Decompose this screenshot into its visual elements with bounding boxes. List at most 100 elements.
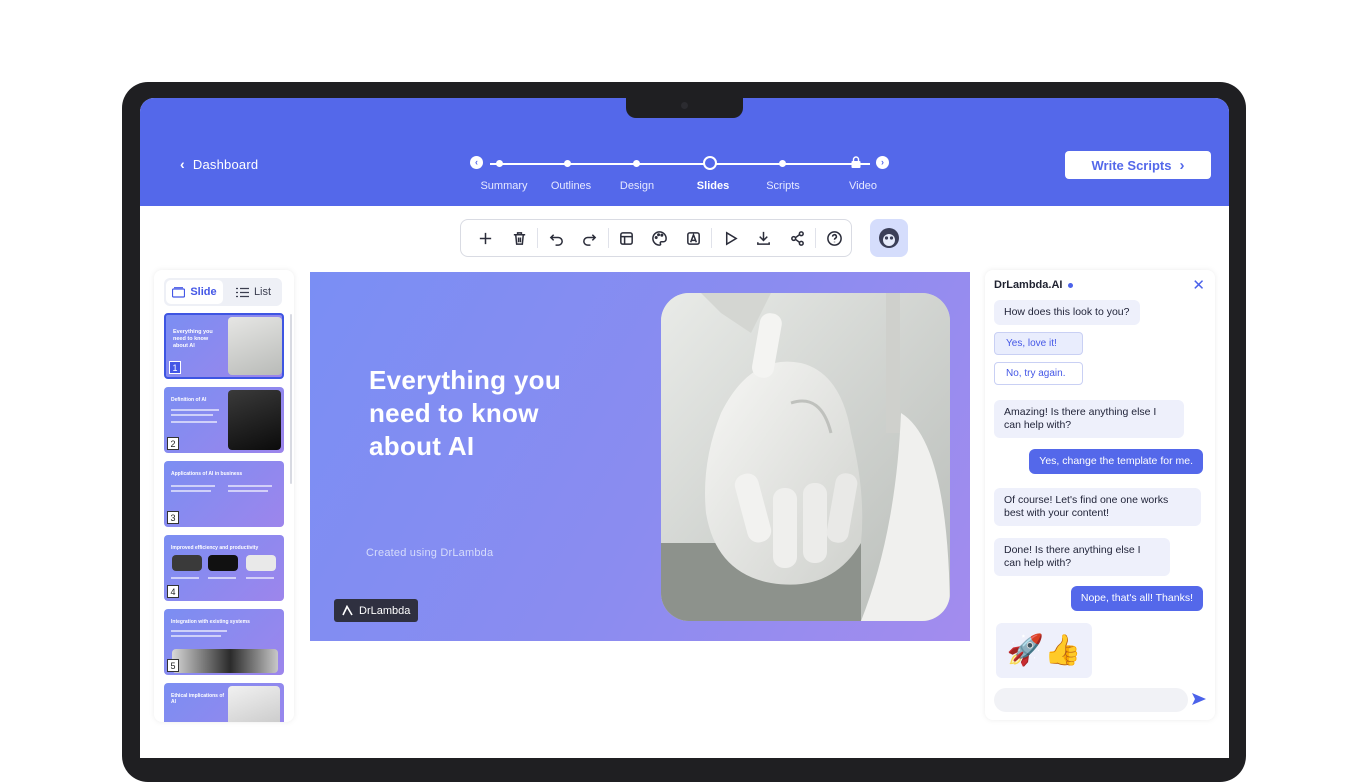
tab-slide-view[interactable]: Slide: [166, 280, 223, 304]
redo-icon[interactable]: [573, 223, 607, 253]
write-scripts-button[interactable]: Write Scripts ›: [1065, 151, 1211, 179]
quick-reply-no[interactable]: No, try again.: [994, 362, 1083, 385]
toolbar-divider: [815, 228, 817, 248]
toolbar-divider: [711, 228, 713, 248]
thumbnail-text-line: [228, 485, 272, 487]
write-scripts-label: Write Scripts: [1091, 157, 1172, 173]
slide-list-panel: Slide List Everything you need to know a…: [154, 270, 294, 722]
slide-thumbnail-2[interactable]: Definition of AI 2: [164, 387, 284, 453]
thumbnail-image: [172, 555, 202, 571]
thumbnail-title: Everything you need to know about AI: [173, 329, 213, 349]
toolbar-divider: [607, 228, 609, 248]
slide-number: 4: [167, 585, 179, 598]
thumbnail-title: Definition of AI: [171, 397, 207, 403]
step-dot-summary[interactable]: [496, 160, 503, 167]
add-icon[interactable]: [469, 223, 503, 253]
slide-number: 2: [167, 437, 179, 450]
chat-message-bot: How does this look to you?: [994, 300, 1140, 325]
progress-stepper: ‹ › Summary Outlines Design Slides Scrip…: [470, 156, 890, 196]
thumbnail-image: [208, 555, 238, 571]
chat-message-user: Yes, change the template for me.: [1029, 449, 1203, 474]
slide-thumbnail-6[interactable]: Ethical implications of AI: [164, 683, 284, 722]
thumbnail-image: [228, 390, 281, 450]
step-dot-outlines[interactable]: [564, 160, 571, 167]
thumbnail-text-line: [228, 490, 268, 492]
tab-list-view[interactable]: List: [225, 278, 282, 306]
layout-icon[interactable]: [610, 223, 644, 253]
stepper-prev-icon[interactable]: ‹: [470, 156, 483, 169]
slide-thumbnail-5[interactable]: Integration with existing systems 5: [164, 609, 284, 675]
download-icon[interactable]: [747, 223, 781, 253]
emoji-reaction: 🚀👍: [1006, 633, 1082, 667]
step-label-video[interactable]: Video: [849, 180, 877, 192]
chat-message-user: Nope, that's all! Thanks!: [1070, 586, 1203, 611]
thumbnail-title: Improved efficiency and productivity: [171, 545, 259, 551]
stepper-next-icon[interactable]: ›: [876, 156, 889, 169]
chat-message-bot: Amazing! Is there anything else I can he…: [994, 400, 1184, 438]
thumbnail-title: Applications of AI in business: [171, 471, 243, 477]
chat-header: DrLambda.AI: [994, 279, 1074, 291]
thumbnail-text-line: [171, 485, 215, 487]
step-label-outlines[interactable]: Outlines: [551, 180, 591, 192]
stepper-track: [490, 163, 870, 165]
slide-title[interactable]: Everything you need to know about AI: [369, 364, 609, 463]
tab-slide-label: Slide: [190, 286, 217, 298]
trash-icon[interactable]: [503, 223, 537, 253]
step-dot-scripts[interactable]: [779, 160, 786, 167]
list-view-icon: [235, 287, 249, 297]
slide-subtitle[interactable]: Created using DrLambda: [366, 547, 493, 559]
slide-thumbnail-4[interactable]: Improved efficiency and productivity 4: [164, 535, 284, 601]
step-label-design[interactable]: Design: [620, 180, 654, 192]
thumbnail-image: [228, 317, 282, 375]
camera-icon: [681, 102, 688, 109]
robot-avatar-icon: [879, 228, 899, 248]
chat-message-emoji: 🚀👍: [996, 623, 1092, 678]
slide-thumbnail-1[interactable]: Everything you need to know about AI 1: [164, 313, 284, 379]
assistant-avatar-button[interactable]: [870, 219, 908, 257]
online-status-dot: [1068, 282, 1074, 288]
step-dot-slides[interactable]: [703, 156, 717, 170]
toolbar-divider: [537, 228, 539, 248]
editor-toolbar: [460, 219, 852, 257]
chat-message-bot: Of course! Let's find one one works best…: [994, 488, 1201, 526]
slide-thumbnail-3[interactable]: Applications of AI in business 3: [164, 461, 284, 527]
thumbnail-text-line: [171, 630, 227, 632]
slide-canvas[interactable]: Everything you need to know about AI Cre…: [310, 272, 970, 641]
chat-title: DrLambda.AI: [994, 279, 1063, 291]
undo-icon[interactable]: [539, 223, 573, 253]
back-label: Dashboard: [192, 156, 259, 172]
thumbnail-text-line: [171, 490, 211, 492]
step-label-summary[interactable]: Summary: [480, 180, 527, 192]
slide-image-robot-hand[interactable]: [661, 293, 950, 621]
step-dot-design[interactable]: [633, 160, 640, 167]
step-label-slides[interactable]: Slides: [697, 180, 729, 192]
text-style-icon[interactable]: [677, 223, 711, 253]
step-label-scripts[interactable]: Scripts: [766, 180, 800, 192]
assistant-chat-panel: DrLambda.AI ✕ How does this look to you?…: [985, 270, 1215, 720]
thumbnail-text-line: [208, 577, 236, 579]
camera-notch: [626, 98, 743, 118]
app-window: ‹ Dashboard ‹ › Summary Outlines Design …: [140, 98, 1229, 758]
chevron-right-icon: ›: [1179, 156, 1185, 174]
close-icon[interactable]: ✕: [1192, 276, 1205, 294]
slide-list-scrollbar[interactable]: [290, 314, 292, 484]
share-icon[interactable]: [781, 223, 815, 253]
dashboard-back-button[interactable]: ‹ Dashboard: [180, 156, 258, 172]
thumbnail-image: [228, 686, 280, 722]
chat-input[interactable]: [994, 688, 1188, 712]
tab-list-label: List: [253, 286, 272, 298]
lock-icon: [851, 156, 861, 168]
thumbnail-text-line: [246, 577, 274, 579]
thumbnail-text-line: [171, 414, 213, 416]
thumbnail-image: [246, 555, 276, 571]
view-toggle: Slide List: [164, 278, 282, 306]
thumbnail-title: Integration with existing systems: [171, 619, 250, 625]
palette-icon[interactable]: [643, 223, 677, 253]
send-icon[interactable]: [1190, 690, 1208, 708]
help-icon[interactable]: [817, 223, 851, 253]
quick-reply-yes[interactable]: Yes, love it!: [994, 332, 1083, 355]
slide-number: 3: [167, 511, 179, 524]
brand-badge: DrLambda: [334, 599, 419, 622]
slide-number: 5: [167, 659, 179, 672]
play-icon[interactable]: [713, 223, 747, 253]
